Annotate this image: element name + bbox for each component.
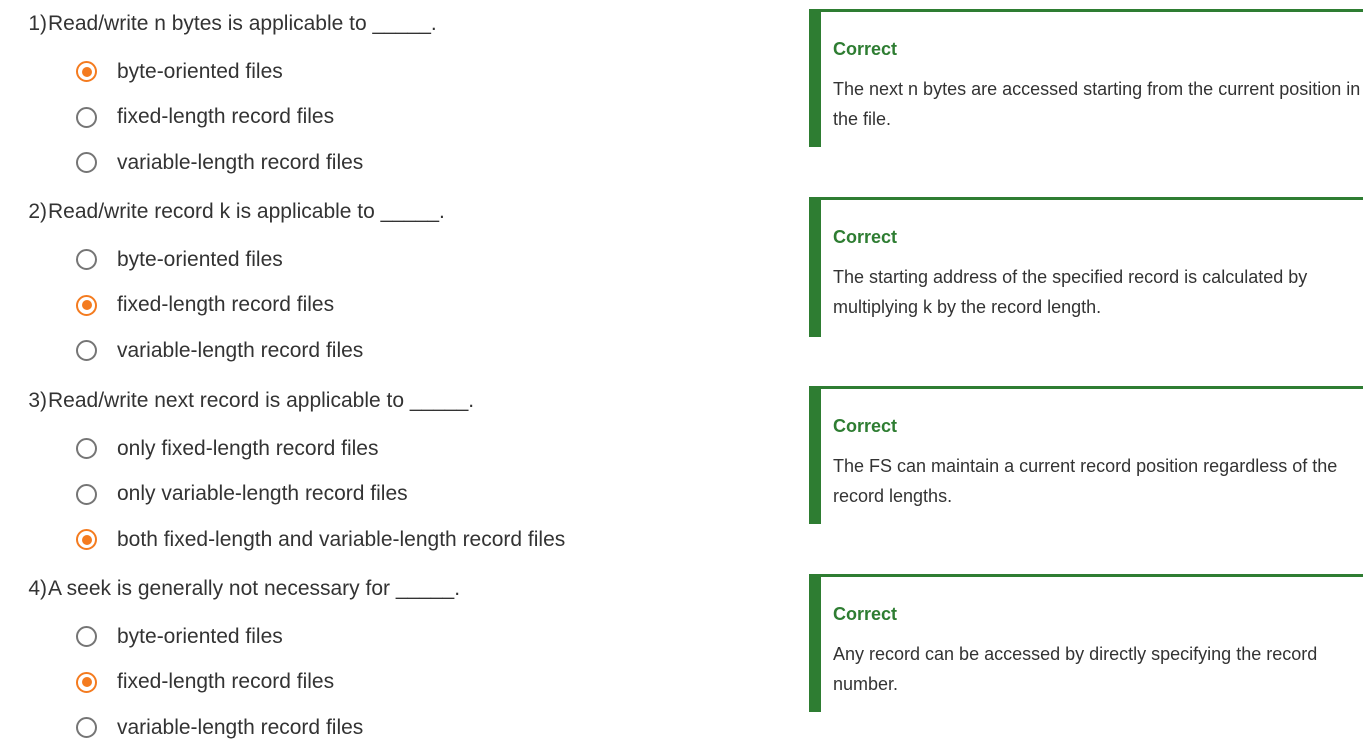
question-text: A seek is generally not necessary for __… [48,577,461,600]
option-variable-length[interactable]: variable-length record files [0,328,780,374]
option-fixed-length[interactable]: fixed-length record files [0,660,780,706]
question-header: 1) Read/write n bytes is applicable to _… [0,12,780,42]
question-number: 1) [28,12,47,35]
question-number: 2) [28,200,47,223]
radio-button[interactable] [76,717,97,739]
option-variable-length[interactable]: variable-length record files [0,140,780,186]
radio-button[interactable] [76,340,97,362]
option-byte-oriented[interactable]: byte-oriented files [0,49,780,95]
feedback-explanation: The starting address of the specified re… [833,267,1308,317]
option-label: variable-length record files [117,715,364,739]
option-label: fixed-length record files [117,105,335,129]
question-text: Read/write record k is applicable to ___… [48,200,445,223]
radio-button[interactable] [76,152,97,174]
question-text: Read/write next record is applicable to … [48,389,475,412]
question-header: 4) A seek is generally not necessary for… [0,577,780,607]
option-fixed-length[interactable]: fixed-length record files [0,95,780,141]
feedback-explanation: The FS can maintain a current record pos… [833,456,1338,506]
radio-button-selected[interactable] [76,61,97,83]
option-label: only variable-length record files [117,482,408,506]
feedback-explanation: The next n bytes are accessed starting f… [833,79,1361,129]
option-label: variable-length record files [117,150,364,174]
option-label: only fixed-length record files [117,436,379,460]
option-byte-oriented[interactable]: byte-oriented files [0,237,780,283]
question-2: 2) Read/write record k is applicable to … [0,200,780,374]
question-number: 4) [28,577,47,600]
question-text: Read/write n bytes is applicable to ____… [48,12,437,35]
feedback-status: Correct [833,227,898,247]
radio-button[interactable] [76,438,97,460]
question-4: 4) A seek is generally not necessary for… [0,577,780,751]
question-3: 3) Read/write next record is applicable … [0,389,780,563]
option-label: fixed-length record files [117,670,335,694]
radio-button[interactable] [76,483,97,505]
option-label: variable-length record files [117,338,364,362]
option-label: byte-oriented files [117,59,283,83]
option-byte-oriented[interactable]: byte-oriented files [0,614,780,660]
feedback-explanation: Any record can be accessed by directly s… [833,644,1318,694]
question-number: 3) [28,389,47,412]
radio-button-selected[interactable] [76,529,97,551]
radio-button-selected[interactable] [76,671,97,693]
feedback-status: Correct [833,39,898,59]
radio-button[interactable] [76,106,97,128]
option-both[interactable]: both fixed-length and variable-length re… [0,517,780,563]
question-header: 2) Read/write record k is applicable to … [0,200,780,230]
question-1: 1) Read/write n bytes is applicable to _… [0,12,780,186]
feedback-panel-1: Correct The next n bytes are accessed st… [809,9,1363,147]
radio-button[interactable] [76,626,97,648]
question-header: 3) Read/write next record is applicable … [0,389,780,419]
feedback-status: Correct [833,416,898,436]
option-only-variable-length[interactable]: only variable-length record files [0,472,780,518]
option-label: byte-oriented files [117,247,283,271]
option-label: fixed-length record files [117,293,335,317]
feedback-panel-3: Correct The FS can maintain a current re… [809,386,1363,524]
feedback-panel-4: Correct Any record can be accessed by di… [809,574,1363,712]
radio-button[interactable] [76,249,97,271]
option-variable-length[interactable]: variable-length record files [0,705,780,751]
feedback-status: Correct [833,604,898,624]
radio-button-selected[interactable] [76,294,97,316]
feedback-panel-2: Correct The starting address of the spec… [809,197,1363,337]
option-only-fixed-length[interactable]: only fixed-length record files [0,426,780,472]
option-fixed-length[interactable]: fixed-length record files [0,283,780,329]
option-label: both fixed-length and variable-length re… [117,527,566,551]
option-label: byte-oriented files [117,624,283,648]
